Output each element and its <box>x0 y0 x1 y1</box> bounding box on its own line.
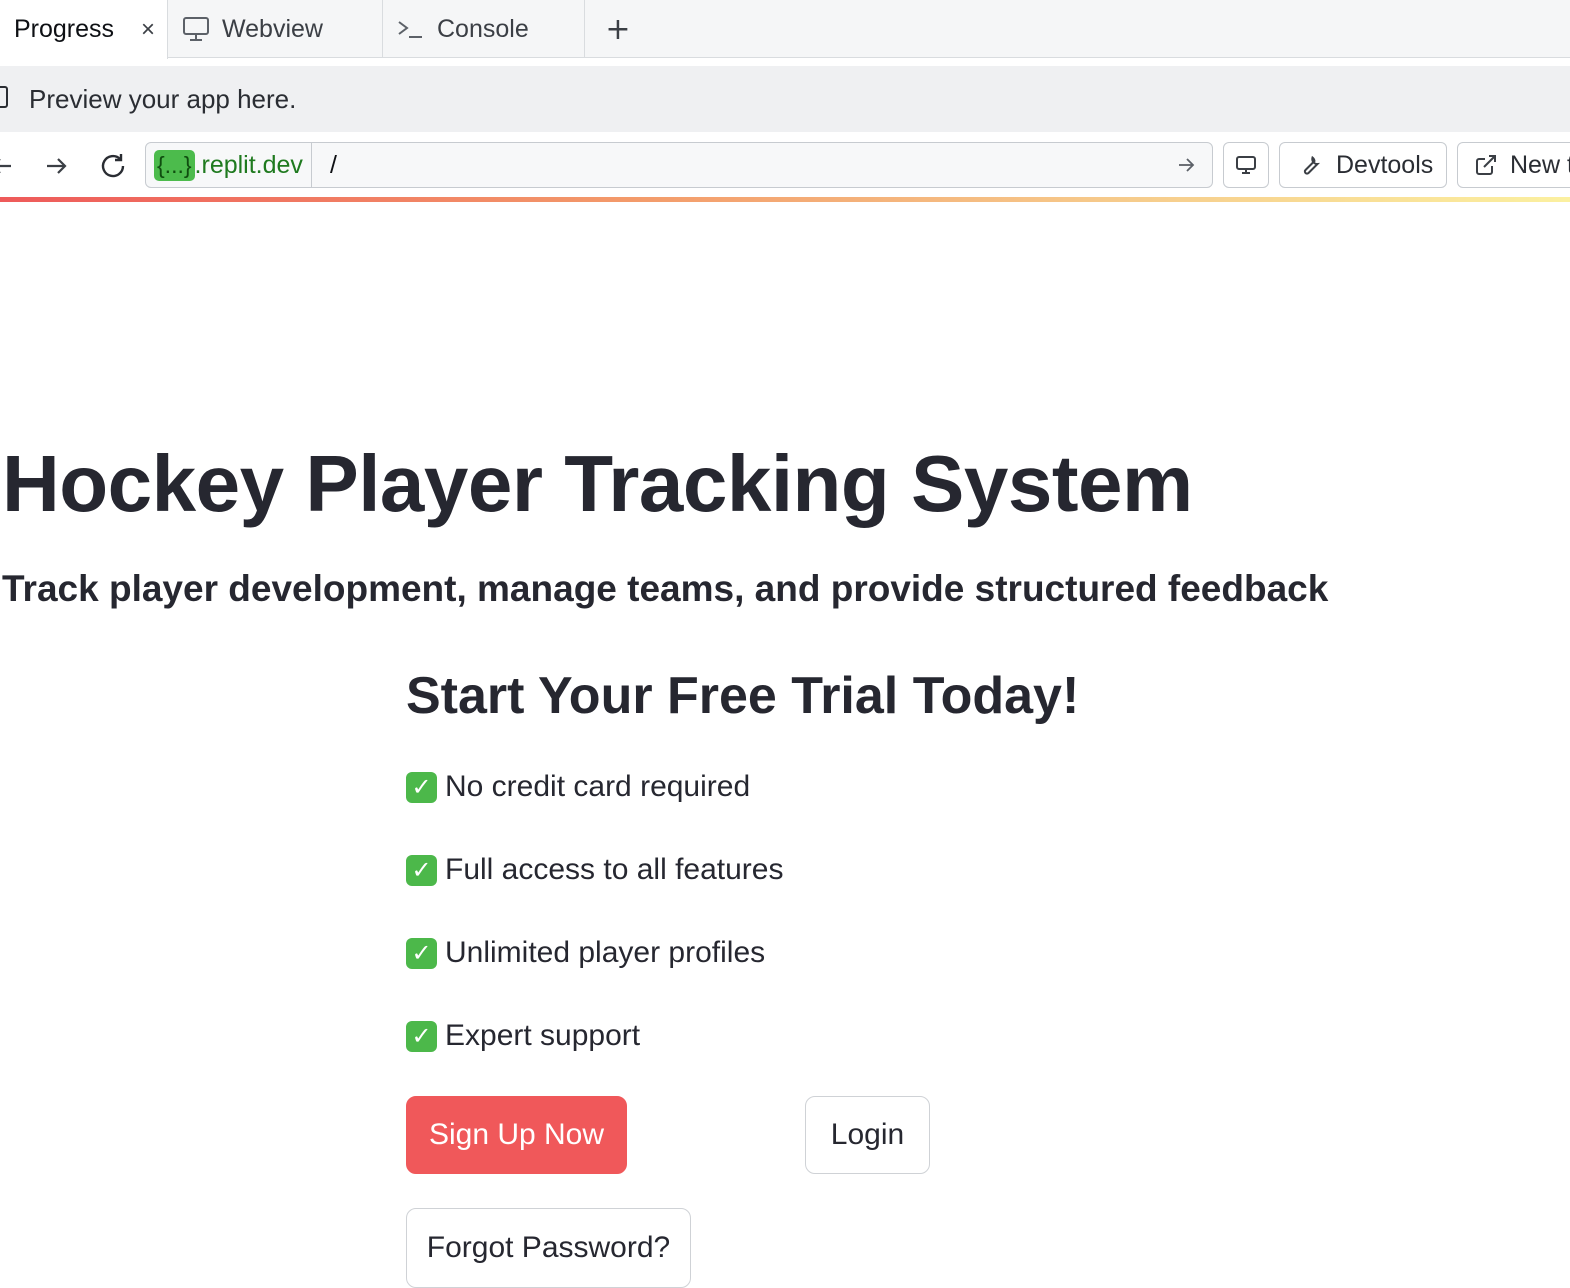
device-icon <box>0 86 8 108</box>
tab-progress-label: Progress <box>14 15 115 43</box>
external-link-icon <box>1474 151 1498 179</box>
cta-heading: Start Your Free Trial Today! <box>406 667 1080 725</box>
tab-webview[interactable]: Webview <box>168 0 383 58</box>
check-icon: ✓ <box>406 1020 437 1052</box>
domain-suffix: .replit.dev <box>194 150 303 179</box>
new-tab-label: New tab <box>1510 150 1570 179</box>
domain-chip: {...} <box>154 149 195 181</box>
tab-webview-label: Webview <box>222 14 323 43</box>
back-button[interactable] <box>0 146 22 186</box>
feature-item: ✓ Expert support <box>406 1019 640 1053</box>
check-icon: ✓ <box>406 854 437 886</box>
feature-item: ✓ No credit card required <box>406 770 750 804</box>
feature-text: No credit card required <box>445 770 751 803</box>
preview-banner: Preview your app here. <box>0 66 1570 132</box>
devtools-label: Devtools <box>1336 150 1434 179</box>
url-field[interactable]: {...} .replit.dev <box>145 142 1213 188</box>
arrow-right-icon <box>47 158 67 174</box>
page-title: Hockey Player Tracking System <box>2 439 1193 528</box>
forward-button[interactable] <box>36 146 76 186</box>
check-icon: ✓ <box>406 771 437 803</box>
feature-item: ✓ Unlimited player profiles <box>406 936 765 970</box>
new-tab-button[interactable]: New tab <box>1457 142 1570 188</box>
list-icon <box>0 22 4 36</box>
feature-text: Full access to all features <box>445 853 784 886</box>
tab-bar: Progress × Webview Console + <box>0 0 1570 59</box>
feature-item: ✓ Full access to all features <box>406 853 783 887</box>
banner-text: Preview your app here. <box>29 83 297 114</box>
tab-console[interactable]: Console <box>383 0 585 58</box>
app-preview: Hockey Player Tracking System Track play… <box>0 202 1570 1288</box>
arrow-left-icon <box>0 159 11 173</box>
path-input[interactable] <box>327 149 1166 181</box>
device-preview-button[interactable] <box>1223 142 1269 188</box>
check-icon: ✓ <box>406 937 437 969</box>
tab-progress[interactable]: Progress × <box>0 0 168 59</box>
domain-label: {...} .replit.dev <box>146 143 312 187</box>
feature-text: Expert support <box>445 1019 641 1052</box>
monitor-icon <box>180 13 212 45</box>
monitor-icon <box>1236 156 1256 174</box>
add-tab-button[interactable]: + <box>598 9 638 49</box>
reload-icon <box>101 154 125 178</box>
feature-text: Unlimited player profiles <box>445 936 766 969</box>
reload-button[interactable] <box>93 146 133 186</box>
signup-button[interactable]: Sign Up Now <box>406 1096 627 1174</box>
tab-console-label: Console <box>437 14 529 43</box>
go-arrow-icon[interactable] <box>1166 155 1206 175</box>
close-icon[interactable]: × <box>129 16 167 44</box>
forgot-password-button[interactable]: Forgot Password? <box>406 1208 691 1288</box>
page-subtitle: Track player development, manage teams, … <box>2 568 1329 609</box>
devtools-button[interactable]: Devtools <box>1279 142 1447 188</box>
login-button[interactable]: Login <box>805 1096 930 1174</box>
wrench-icon <box>1296 151 1324 179</box>
terminal-icon <box>395 13 427 45</box>
url-toolbar: {...} .replit.dev Devtools <box>0 132 1570 198</box>
